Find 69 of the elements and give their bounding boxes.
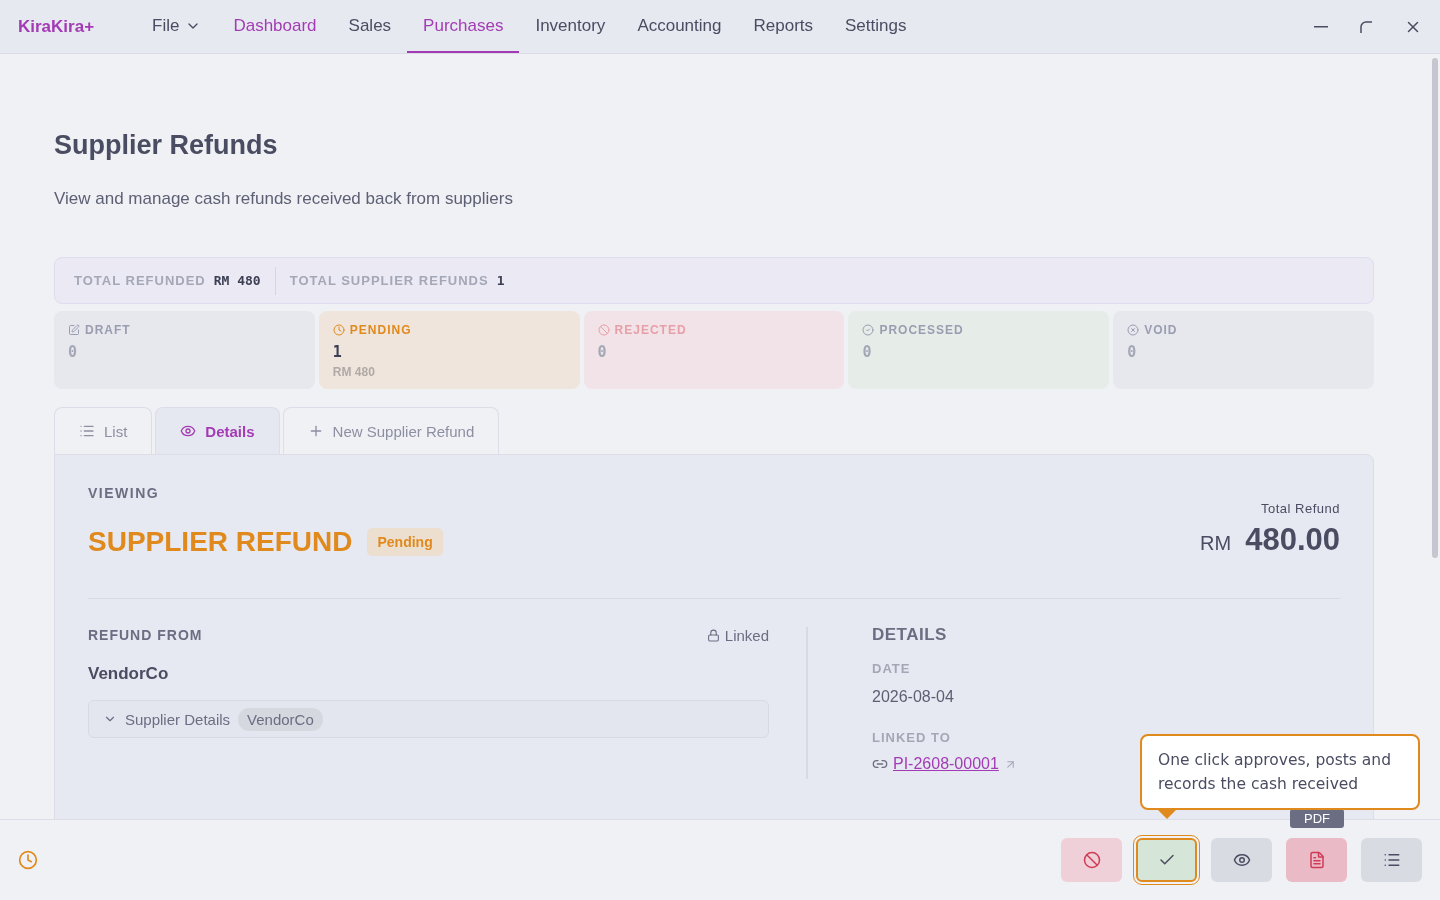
status-amount: RM 480 xyxy=(332,365,376,379)
document-title: SUPPLIER REFUND xyxy=(88,526,353,558)
status-label: REJECTED xyxy=(614,323,687,337)
status-count: 0 xyxy=(68,343,79,361)
status-label: VOID xyxy=(1144,323,1178,337)
menu-item[interactable]: Purchases xyxy=(407,0,520,53)
status-count: 0 xyxy=(1127,343,1138,361)
status-label: DRAFT xyxy=(85,323,131,337)
linked-to-label: LINKED TO xyxy=(872,730,952,745)
date-label: DATE xyxy=(872,661,912,676)
page-title: Supplier Refunds xyxy=(54,130,279,161)
eye-icon xyxy=(1232,851,1251,869)
document-icon xyxy=(1307,851,1326,869)
section-label: REFUND FROM xyxy=(88,627,203,644)
status-badge: Pending xyxy=(367,528,443,556)
linked-label: Linked xyxy=(706,627,769,644)
reject-button[interactable] xyxy=(1061,838,1122,882)
status-icon xyxy=(1127,324,1140,336)
total-value: 1 xyxy=(496,273,505,288)
viewing-label: VIEWING xyxy=(88,485,161,501)
approve-button[interactable] xyxy=(1136,838,1197,882)
preview-button[interactable] xyxy=(1211,838,1272,882)
total-refund-label: Total Refund xyxy=(1260,501,1340,516)
total-refund-amount: 480.00 xyxy=(1245,522,1340,558)
list-icon xyxy=(79,423,95,439)
tab[interactable]: List xyxy=(54,407,153,454)
total-label: TOTAL SUPPLIER REFUNDS xyxy=(289,273,489,288)
details-heading: DETAILS xyxy=(872,625,948,645)
date-value: 2026-08-04 xyxy=(872,688,955,706)
page-subtitle: View and manage cash refunds received back from suppliers xyxy=(54,189,514,209)
clock-icon[interactable] xyxy=(18,850,38,870)
list-icon xyxy=(1382,851,1401,869)
menu-item[interactable]: Settings xyxy=(829,0,923,53)
callout-tooltip: One click approves, posts and records the cash received xyxy=(1140,734,1420,810)
menu-item[interactable]: Dashboard xyxy=(217,0,333,53)
app-logo: KiraKira+ xyxy=(18,15,96,38)
menu-item[interactable]: File xyxy=(136,0,218,53)
callout-pointer xyxy=(1158,810,1176,819)
supplier-details-toggle[interactable]: Supplier Details VendorCo xyxy=(88,700,769,738)
status-card[interactable]: PENDING 1 RM 480 xyxy=(318,311,580,389)
menu-item[interactable]: Reports xyxy=(737,0,830,53)
status-icon xyxy=(597,324,610,336)
menu-item[interactable]: Sales xyxy=(332,0,408,53)
list-button[interactable] xyxy=(1361,838,1422,882)
status-count: 1 xyxy=(332,343,343,361)
status-icon xyxy=(332,324,345,336)
minimize-button[interactable] xyxy=(1314,25,1328,28)
scrollbar-thumb[interactable] xyxy=(1432,58,1438,558)
menu-item[interactable]: Accounting xyxy=(621,0,738,53)
tab[interactable]: New Supplier Refund xyxy=(282,407,500,454)
tab[interactable]: Details xyxy=(155,407,280,454)
supplier-name: VendorCo xyxy=(88,664,170,684)
status-icon xyxy=(862,324,875,336)
status-count: 0 xyxy=(597,343,608,361)
status-label: PROCESSED xyxy=(879,323,964,337)
total-value: RM 480 xyxy=(213,273,261,288)
status-icon xyxy=(68,324,80,336)
total-label: TOTAL REFUNDED xyxy=(74,273,206,288)
eye-icon xyxy=(180,423,197,439)
status-count: 0 xyxy=(862,343,873,361)
currency-label: RM xyxy=(1200,532,1232,555)
linked-document-link[interactable]: PI-2608-00001 xyxy=(893,755,999,773)
pdf-button[interactable] xyxy=(1286,838,1347,882)
menu-item[interactable]: Inventory xyxy=(519,0,622,53)
status-label: PENDING xyxy=(349,323,412,337)
maximize-button[interactable] xyxy=(1358,18,1374,35)
lock-icon xyxy=(706,629,720,642)
ban-icon xyxy=(1082,851,1101,869)
minimize-icon xyxy=(1314,25,1328,28)
